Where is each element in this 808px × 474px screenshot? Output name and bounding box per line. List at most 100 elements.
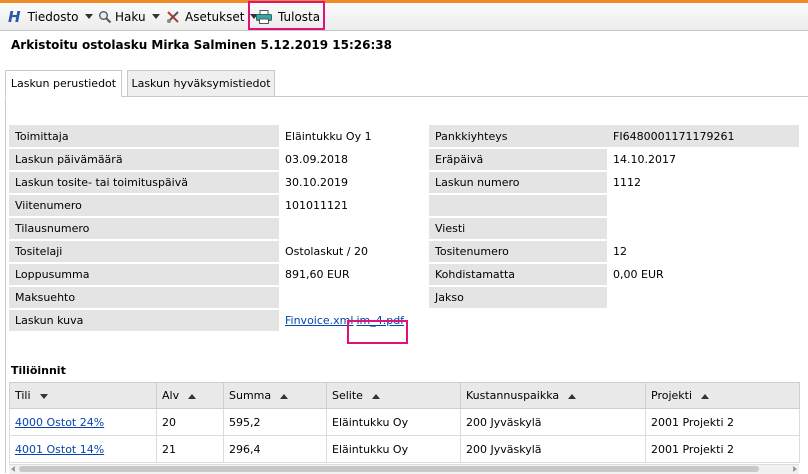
- scroll-left-icon[interactable]: [11, 466, 15, 472]
- field-row: Maksuehto Jakso: [9, 286, 799, 310]
- field-label: Loppusumma: [9, 263, 279, 287]
- column-label: Selite: [332, 389, 363, 402]
- field-row: Toimittaja Eläintukku Oy 1 Pankkiyhteys …: [9, 125, 799, 149]
- menu-search[interactable]: Haku: [98, 3, 160, 30]
- field-value: 101011121: [279, 194, 429, 218]
- chevron-down-icon: [84, 14, 93, 19]
- tab-approval-info[interactable]: Laskun hyväksymistiedot: [127, 70, 275, 97]
- field-row: Tositelaji Ostolaskut / 20 Tositenumero …: [9, 240, 799, 264]
- page-title: Arkistoitu ostolasku Mirka Salminen 5.12…: [11, 38, 392, 52]
- column-header-projekti[interactable]: Projekti: [645, 382, 800, 409]
- field-label: Tositelaji: [9, 240, 279, 264]
- field-value: 03.09.2018: [279, 148, 429, 172]
- print-highlight-box: [248, 1, 325, 30]
- field-row: Laskun tosite- tai toimituspäivä 30.10.2…: [9, 171, 799, 195]
- field-label: Tilausnumero: [9, 217, 279, 241]
- field-value: 12: [607, 240, 799, 264]
- account-link[interactable]: 4001 Ostot 14%: [15, 443, 104, 456]
- field-label: Laskun tosite- tai toimituspäivä: [9, 171, 279, 195]
- field-value: 891,60 EUR: [279, 263, 429, 287]
- column-label: Tili: [15, 389, 31, 402]
- field-value: 30.10.2019: [279, 171, 429, 195]
- settings-tools-icon: [167, 10, 179, 23]
- sort-up-icon: [568, 393, 577, 399]
- column-header-kustannuspaikka[interactable]: Kustannuspaikka: [460, 382, 646, 409]
- app-logo-icon: H: [8, 7, 21, 26]
- field-label: [429, 194, 607, 218]
- table-row: 4000 Ostot 24% 20 595,2 Eläintukku Oy 20…: [9, 408, 800, 436]
- field-label: Tositenumero: [429, 240, 607, 264]
- column-label: Projekti: [651, 389, 693, 402]
- chevron-down-icon: [151, 14, 160, 19]
- table-row: 4001 Ostot 14% 21 296,4 Eläintukku Oy 20…: [9, 435, 800, 463]
- field-value: 14.10.2017: [607, 148, 799, 172]
- sort-up-icon: [371, 393, 380, 399]
- field-row: Viitenumero 101011121: [9, 194, 799, 218]
- description-cell: Eläintukku Oy: [326, 408, 461, 436]
- description-cell: Eläintukku Oy: [326, 435, 461, 463]
- column-header-selite[interactable]: Selite: [326, 382, 461, 409]
- field-row: Loppusumma 891,60 EUR Kohdistamatta 0,00…: [9, 263, 799, 287]
- field-label: Viesti: [429, 217, 607, 241]
- account-link[interactable]: 4000 Ostot 24%: [15, 416, 104, 429]
- project-cell: 2001 Projekti 2: [645, 435, 800, 463]
- tab-basic-info[interactable]: Laskun perustiedot: [5, 70, 122, 97]
- cost-center-cell: 200 Jyväskylä: [460, 408, 646, 436]
- accounts-section-title: Tiliöinnit: [11, 364, 66, 377]
- pdf-highlight-box: [347, 320, 408, 344]
- field-label: Laskun kuva: [9, 309, 279, 333]
- field-value: FI6480001171179261: [607, 125, 799, 149]
- field-label: Kohdistamatta: [429, 263, 607, 287]
- field-label: Laskun päivämäärä: [9, 148, 279, 172]
- column-header-tili[interactable]: Tili: [9, 382, 157, 409]
- cost-center-cell: 200 Jyväskylä: [460, 435, 646, 463]
- field-value: Eläintukku Oy 1: [279, 125, 429, 149]
- table-header-row: Tili Alv Summa Selite Kustannuspaikka Pr…: [9, 382, 800, 409]
- field-label: Toimittaja: [9, 125, 279, 149]
- field-label: Viitenumero: [9, 194, 279, 218]
- project-cell: 2001 Projekti 2: [645, 408, 800, 436]
- column-header-summa[interactable]: Summa: [223, 382, 327, 409]
- column-label: Kustannuspaikka: [466, 389, 560, 402]
- field-value: [279, 217, 429, 241]
- field-value: 0,00 EUR: [607, 263, 799, 287]
- sort-up-icon: [701, 393, 710, 399]
- sort-up-icon: [188, 393, 197, 399]
- column-label: Summa: [229, 389, 272, 402]
- field-value: [607, 217, 799, 241]
- finvoice-xml-link[interactable]: Finvoice.xml: [285, 314, 353, 327]
- field-label: Maksuehto: [9, 286, 279, 310]
- field-row: Laskun päivämäärä 03.09.2018 Eräpäivä 14…: [9, 148, 799, 172]
- vat-cell: 21: [156, 435, 224, 463]
- scroll-right-icon[interactable]: [793, 466, 797, 472]
- menu-settings-label: Asetukset: [185, 9, 245, 24]
- vat-cell: 20: [156, 408, 224, 436]
- field-value: 1112: [607, 171, 799, 195]
- menu-file[interactable]: H Tiedosto: [8, 3, 93, 30]
- menu-search-label: Haku: [115, 9, 146, 24]
- column-header-alv[interactable]: Alv: [156, 382, 224, 409]
- sort-down-icon: [39, 393, 48, 399]
- field-label: Jakso: [429, 286, 607, 310]
- field-label: Eräpäivä: [429, 148, 607, 172]
- field-value: [607, 194, 799, 218]
- amount-cell: 595,2: [223, 408, 327, 436]
- sort-up-icon: [280, 393, 289, 399]
- column-label: Alv: [162, 389, 180, 402]
- menu-bar: H Tiedosto Haku Asetukset Tulosta: [0, 3, 808, 31]
- field-row: Tilausnumero Viesti: [9, 217, 799, 241]
- accounts-table: Tili Alv Summa Selite Kustannuspaikka Pr…: [9, 382, 800, 463]
- menu-settings[interactable]: Asetukset: [166, 3, 259, 30]
- amount-cell: 296,4: [223, 435, 327, 463]
- invoice-details-table: Toimittaja Eläintukku Oy 1 Pankkiyhteys …: [9, 125, 799, 333]
- field-label: Laskun numero: [429, 171, 607, 195]
- field-value: Ostolaskut / 20: [279, 240, 429, 264]
- magnifier-icon: [99, 10, 112, 23]
- account-cell: 4001 Ostot 14%: [9, 435, 157, 463]
- field-label: Pankkiyhteys: [429, 125, 607, 149]
- account-cell: 4000 Ostot 24%: [9, 408, 157, 436]
- menu-file-label: Tiedosto: [27, 9, 79, 24]
- field-value: [607, 286, 799, 310]
- field-value: [279, 286, 429, 310]
- scrollbar-thumb[interactable]: [19, 466, 759, 472]
